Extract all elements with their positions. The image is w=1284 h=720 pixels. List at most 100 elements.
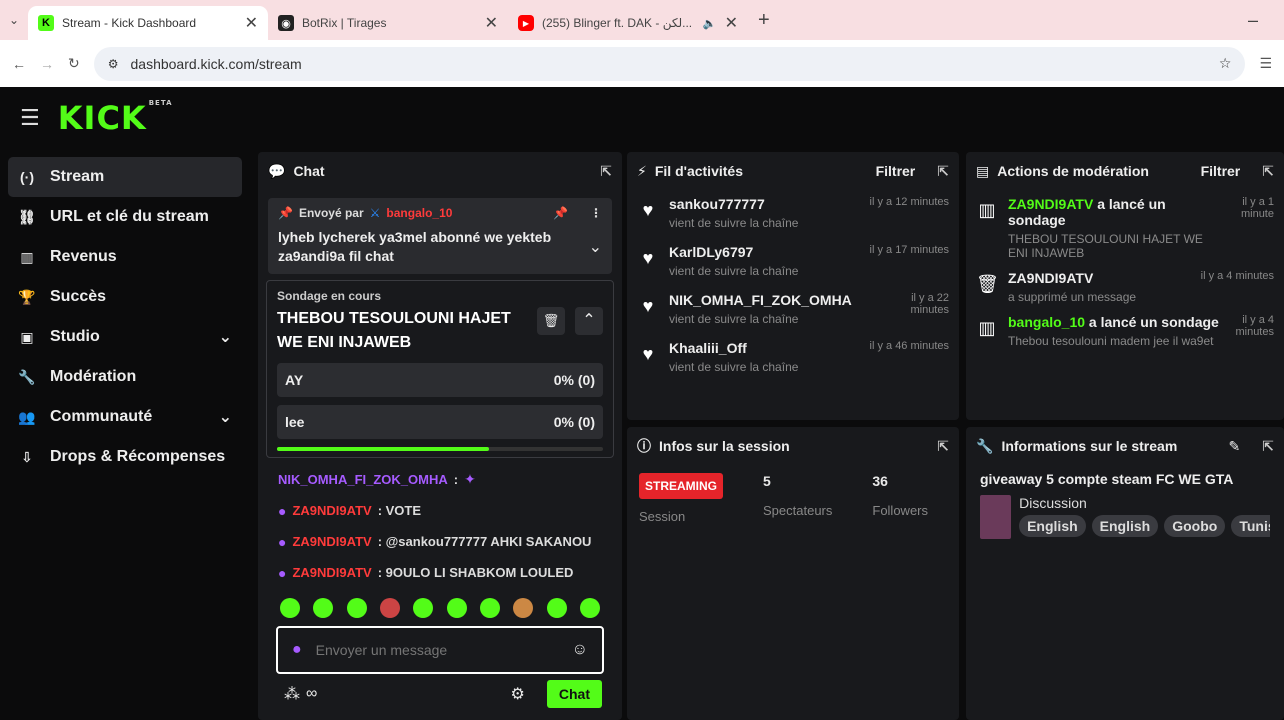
trash-icon[interactable]: 🗑	[537, 307, 565, 335]
drops-icon: ⇩	[21, 448, 33, 465]
emote-icon[interactable]	[513, 598, 534, 618]
bookmark-star-icon[interactable]: ☆	[1219, 55, 1232, 72]
activity-item: ♥ sankou777777 vient de suivre la chaîne il…	[627, 196, 959, 230]
activity-desc: vient de suivre la chaîne	[669, 216, 799, 230]
popout-icon[interactable]: ⇱	[937, 163, 949, 180]
chevron-down-icon[interactable]: ⌄	[589, 237, 602, 257]
category-thumbnail[interactable]	[980, 495, 1012, 539]
emote-icon[interactable]	[313, 598, 334, 618]
chevron-up-icon[interactable]: ⌃	[575, 307, 603, 335]
sidebar-item-studio[interactable]: ▣ Studio ⌄	[8, 317, 242, 357]
chat-footer: ⁂ ∞ ⚙ Chat	[258, 674, 622, 708]
points-icon[interactable]: ⁂	[284, 684, 300, 704]
tag-chip[interactable]: Tunisi	[1231, 515, 1270, 537]
moderation-filter-button[interactable]: Filtrer	[1201, 163, 1241, 179]
category-name[interactable]: Discussion	[1019, 495, 1270, 511]
emote-icon[interactable]	[546, 598, 567, 618]
menu-icon[interactable]: ☰	[20, 105, 40, 131]
popout-icon[interactable]: ⇱	[1262, 163, 1274, 180]
close-tab-icon[interactable]: ✕	[245, 13, 258, 33]
activity-filter-button[interactable]: Filtrer	[876, 163, 916, 179]
unpin-icon[interactable]: 📌	[553, 206, 568, 220]
emote-icon[interactable]	[446, 598, 467, 618]
popout-icon[interactable]: ⇱	[600, 163, 612, 180]
moderation-user[interactable]: bangalo_10	[1008, 314, 1085, 330]
address-bar[interactable]: ⚙ dashboard.kick.com/stream ☆	[93, 46, 1246, 81]
chat-username[interactable]: ZA9NDI9ATV	[292, 534, 371, 549]
minimize-icon[interactable]: –	[1248, 10, 1258, 31]
settings-icon[interactable]: ⚙	[511, 684, 525, 704]
chat-username[interactable]: NIK_OMHA_FI_ZOK_OMHA	[278, 472, 448, 487]
moderator-badge-icon: ⚔	[369, 206, 381, 220]
emote-icon[interactable]	[379, 598, 400, 618]
emote-icon[interactable]	[280, 598, 300, 618]
more-icon[interactable]: ⋮	[590, 206, 602, 220]
activity-user[interactable]: sankou777777	[669, 196, 843, 212]
sidebar-item-achievements[interactable]: 🏆 Succès	[8, 277, 242, 317]
send-chat-button[interactable]: Chat	[546, 680, 602, 708]
moderation-user[interactable]: ZA9NDI9ATV	[1008, 270, 1176, 286]
reload-icon[interactable]: ↻	[68, 55, 80, 72]
emote-icon[interactable]	[346, 598, 367, 618]
poll-option[interactable]: lee 0% (0)	[277, 405, 603, 439]
session-header: ⓘ Infos sur la session ⇱	[627, 427, 959, 465]
poll-option-result: 0% (0)	[553, 414, 595, 430]
close-tab-icon[interactable]: ✕	[725, 13, 738, 33]
chat-input[interactable]	[315, 642, 558, 658]
activity-title: Fil d'activités	[654, 163, 743, 179]
points-value: ∞	[306, 685, 318, 702]
chat-username[interactable]: ZA9NDI9ATV	[292, 503, 371, 518]
browser-tab-botrix[interactable]: ◉ BotRix | Tirages ✕	[268, 6, 508, 40]
edit-icon[interactable]: ✎	[1229, 438, 1241, 455]
pinned-user[interactable]: bangalo_10	[386, 206, 452, 220]
kick-icon: K	[38, 15, 54, 31]
followers-label: Followers	[872, 503, 928, 518]
close-tab-icon[interactable]: ✕	[485, 13, 498, 33]
tag-chip[interactable]: English	[1019, 515, 1086, 537]
activity-user[interactable]: NIK_OMHA_FI_ZOK_OMHA	[669, 292, 879, 308]
reading-list-icon[interactable]: ☰	[1259, 55, 1272, 72]
activity-user[interactable]: Khaaliii_Off	[669, 340, 843, 356]
activity-header: ⚡ Fil d'activités Filtrer ⇱	[627, 152, 959, 190]
forward-icon[interactable]: →	[40, 56, 54, 72]
tab-title: (255) Blinger ft. DAK - لكن...	[542, 16, 693, 30]
sidebar-item-drops[interactable]: ⇩ Drops & Récompenses	[8, 437, 242, 477]
activity-time: il y a 12 minutes	[869, 196, 949, 208]
followers-count: 36	[872, 473, 888, 489]
moderation-user[interactable]: ZA9NDI9ATV	[1008, 196, 1093, 212]
emote-icon[interactable]	[579, 598, 600, 618]
back-icon[interactable]: ←	[12, 56, 26, 72]
emoji-picker-icon[interactable]: ☺	[572, 641, 588, 659]
heart-icon: ♥	[642, 344, 654, 364]
emote-icon[interactable]	[479, 598, 500, 618]
sidebar-item-stream[interactable]: (·) Stream	[8, 157, 242, 197]
stream-info-title: Informations sur le stream	[1001, 438, 1178, 454]
poll-option[interactable]: AY 0% (0)	[277, 363, 603, 397]
emote-icon[interactable]	[413, 598, 434, 618]
chat-title: Chat	[293, 163, 325, 179]
tab-search-icon[interactable]: ⌄	[0, 13, 28, 27]
browser-tab-youtube[interactable]: ▶ (255) Blinger ft. DAK - لكن... 🔈 ✕	[508, 6, 748, 40]
new-tab-icon[interactable]: +	[758, 9, 770, 32]
community-icon: 👥	[18, 408, 36, 425]
sidebar-item-url[interactable]: ⛓ URL et clé du stream	[8, 197, 242, 237]
emote-icon: ✦	[464, 471, 476, 487]
moderation-action: a lancé un sondage	[1088, 314, 1219, 330]
moderation-item: ▥ bangalo_10 a lancé un sondage Thebou tes…	[966, 314, 1284, 348]
chat-icon: 💬	[268, 162, 286, 179]
browser-chrome: ⌄ K Stream - Kick Dashboard ✕ ◉ BotRix |…	[0, 0, 1284, 87]
chat-username[interactable]: ZA9NDI9ATV	[292, 565, 371, 580]
popout-icon[interactable]: ⇱	[937, 438, 949, 455]
browser-tab-kick[interactable]: K Stream - Kick Dashboard ✕	[28, 6, 268, 40]
popout-icon[interactable]: ⇱	[1262, 438, 1274, 455]
activity-user[interactable]: KarlDLy6797	[669, 244, 843, 260]
kick-logo[interactable]: KICK BETA	[58, 99, 173, 137]
tag-chip[interactable]: English	[1091, 515, 1159, 537]
tag-chip[interactable]: Goobo	[1164, 515, 1226, 537]
site-settings-icon[interactable]: ⚙	[108, 57, 119, 71]
sidebar-item-revenue[interactable]: ▥ Revenus	[8, 237, 242, 277]
audio-icon[interactable]: 🔈	[703, 17, 717, 30]
viewers-label: Spectateurs	[763, 503, 833, 518]
sidebar-item-community[interactable]: 👥 Communauté ⌄	[8, 397, 242, 437]
sidebar-item-moderation[interactable]: 🔧 Modération	[8, 357, 242, 397]
